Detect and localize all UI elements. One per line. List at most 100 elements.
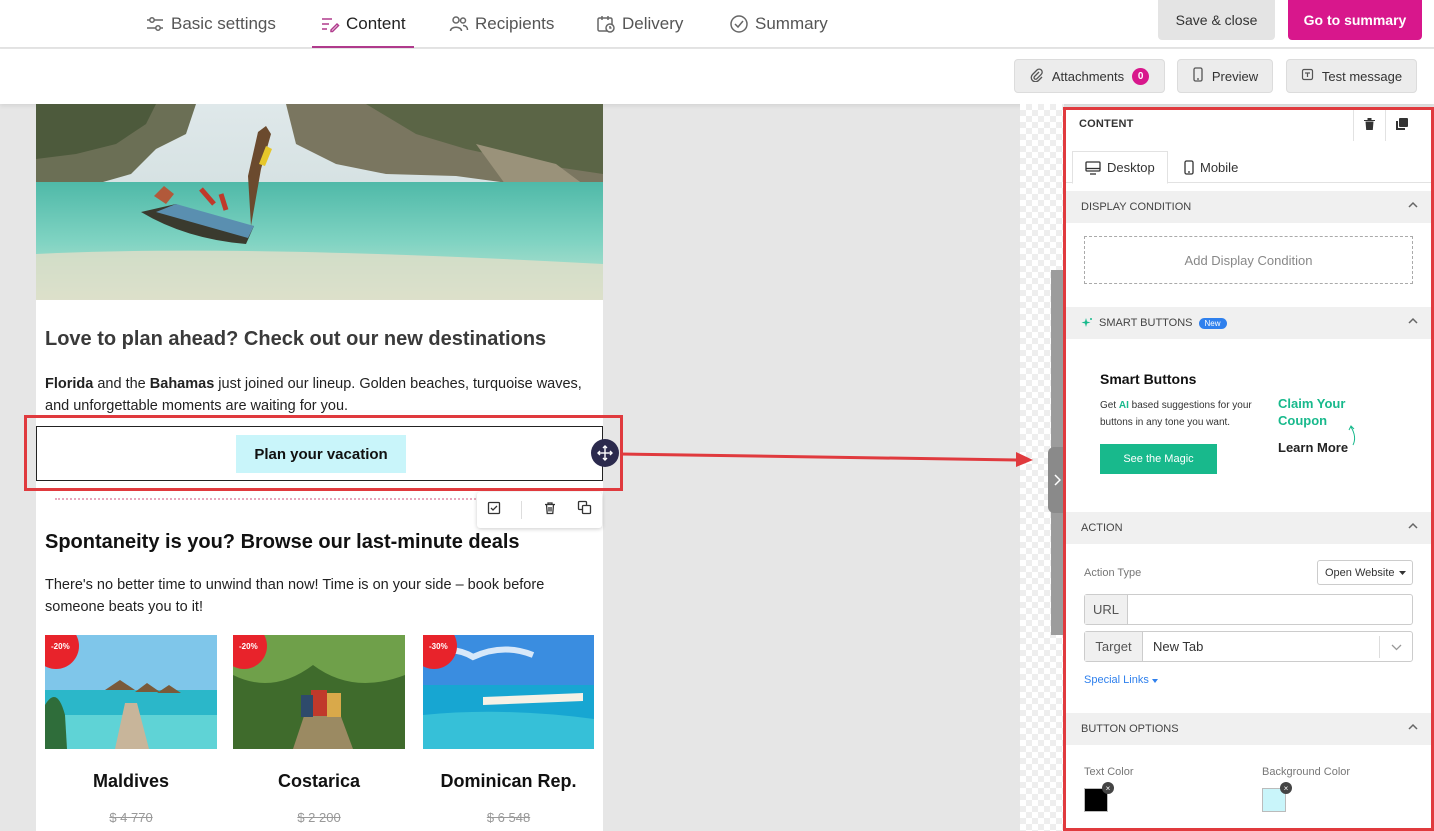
tab-label: Delivery [622, 14, 684, 33]
editor-toolbar: Attachments 0 Preview Test message [0, 49, 1434, 104]
tab-label: Content [346, 14, 406, 33]
tab-desktop[interactable]: Desktop [1072, 151, 1168, 184]
content-properties-panel: CONTENT Desktop Mobile DISPLAY CONDITION… [1066, 107, 1434, 831]
desc-text: Get [1100, 400, 1119, 411]
add-display-condition-button[interactable]: Add Display Condition [1084, 236, 1413, 284]
chevron-down-icon [1379, 636, 1412, 658]
attachments-label: Attachments [1051, 68, 1125, 84]
save-block-icon[interactable] [487, 501, 501, 520]
section-paragraph-plan-ahead[interactable]: Florida and the Bahamas just joined our … [45, 373, 595, 417]
desktop-icon [1085, 160, 1101, 175]
target-label: Target [1085, 632, 1143, 661]
smart-buttons-section-header[interactable]: SMART BUTTONS New [1066, 307, 1434, 339]
destination-name: Maldives [92, 771, 170, 791]
go-to-summary-button[interactable]: Go to summary [1288, 0, 1422, 40]
duplicate-icon[interactable] [577, 500, 592, 520]
action-section-header[interactable]: ACTION [1066, 512, 1434, 544]
bold-florida: Florida [45, 376, 94, 392]
costarica-image: -20% [233, 635, 405, 749]
clear-color-icon[interactable]: × [1102, 782, 1114, 794]
panel-title: CONTENT [1079, 118, 1134, 130]
tab-label: Basic settings [171, 14, 276, 33]
preview-label: Preview [1211, 68, 1259, 84]
special-links-label: Special Links [1084, 674, 1149, 686]
attachments-button[interactable]: Attachments 0 [1014, 59, 1165, 93]
claim-coupon-example: Claim Your Coupon [1278, 396, 1346, 428]
users-icon [449, 14, 469, 34]
chevron-up-icon [1408, 201, 1418, 208]
select-value: New Tab [1153, 639, 1204, 654]
preview-button[interactable]: Preview [1177, 59, 1273, 93]
select-value: Open Website [1325, 566, 1395, 579]
bold-bahamas: Bahamas [149, 376, 215, 392]
destination-name: Dominican Rep. [440, 771, 577, 791]
tab-label: Recipients [475, 14, 555, 33]
url-input[interactable] [1128, 595, 1412, 624]
save-close-button[interactable]: Save & close [1158, 0, 1275, 40]
move-arrows-icon [597, 445, 613, 461]
section-title: SMART BUTTONS [1099, 317, 1193, 329]
tab-basic-settings[interactable]: Basic settings [145, 0, 276, 48]
learn-more-example: Learn More [1278, 440, 1349, 455]
delete-block-button[interactable] [1353, 107, 1385, 141]
section-title: BUTTON OPTIONS [1081, 723, 1179, 735]
test-message-label: Test message [1321, 68, 1403, 84]
tab-recipients[interactable]: Recipients [449, 0, 554, 48]
chevron-right-icon [1054, 474, 1061, 486]
clear-color-icon[interactable]: × [1280, 782, 1292, 794]
section-heading-plan-ahead[interactable]: Love to plan ahead? Check out our new de… [45, 328, 546, 351]
delete-icon[interactable] [543, 501, 557, 520]
action-type-select[interactable]: Open Website [1317, 560, 1413, 585]
button-options-section-header[interactable]: BUTTON OPTIONS [1066, 713, 1434, 745]
old-price: $ 2 200 [297, 810, 341, 825]
tab-content[interactable]: Content [312, 0, 414, 48]
tab-delivery[interactable]: Delivery [596, 0, 683, 48]
ai-highlight: AI [1118, 400, 1129, 411]
deal-card-dominican[interactable]: -30% Dominican Rep. $ 6 548 [423, 635, 594, 825]
divider [521, 501, 523, 519]
calendar-clock-icon [596, 14, 616, 34]
target-select[interactable]: New Tab [1143, 632, 1412, 661]
section-heading-last-minute[interactable]: Spontaneity is you? Browse our last-minu… [45, 531, 520, 554]
duplicate-block-button[interactable] [1385, 107, 1417, 141]
tab-summary[interactable]: Summary [729, 0, 828, 48]
selected-button-block[interactable]: Plan your vacation [36, 426, 603, 481]
paperclip-icon [1030, 67, 1044, 85]
caret-down-icon [1398, 570, 1406, 575]
hero-image-boat-beach[interactable] [36, 104, 603, 300]
chevron-up-icon [1408, 522, 1418, 529]
old-price: $ 6 548 [486, 810, 531, 825]
chevron-up-icon [1408, 723, 1418, 730]
special-links-dropdown[interactable]: Special Links [1084, 674, 1158, 686]
deal-card-costarica[interactable]: -20% Costarica $ 2 200 [233, 635, 405, 825]
url-label: URL [1085, 595, 1128, 624]
destination-name: Costarica [277, 771, 361, 791]
check-circle-icon [729, 14, 749, 34]
maldives-image: -20% [45, 635, 217, 749]
panel-collapse-toggle[interactable] [1048, 447, 1066, 513]
section-paragraph-last-minute[interactable]: There's no better time to unwind than no… [45, 574, 595, 618]
tab-mobile[interactable]: Mobile [1184, 151, 1238, 184]
tab-label: Desktop [1107, 160, 1155, 175]
plan-vacation-button[interactable]: Plan your vacation [236, 435, 406, 473]
trash-icon [1364, 118, 1375, 130]
background-color-label: Background Color [1262, 766, 1351, 778]
text-color-swatch[interactable]: × [1084, 782, 1114, 812]
move-handle[interactable] [591, 439, 619, 467]
device-tabs: Desktop Mobile [1066, 147, 1434, 184]
email-canvas: Love to plan ahead? Check out our new de… [36, 104, 603, 831]
background-color-swatch[interactable]: × [1262, 782, 1292, 812]
tab-label: Mobile [1200, 160, 1239, 175]
block-actions-toolbar [477, 492, 602, 528]
action-type-label: Action Type [1084, 567, 1142, 579]
sparkle-icon [1081, 318, 1092, 327]
text-color-label: Text Color [1084, 766, 1134, 778]
test-message-button[interactable]: Test message [1286, 59, 1417, 93]
test-message-icon [1301, 68, 1314, 84]
see-the-magic-button[interactable]: See the Magic [1100, 444, 1217, 474]
deal-card-maldives[interactable]: -20% Maldives $ 4 770 [45, 635, 217, 825]
content-edit-icon [320, 14, 340, 34]
annotation-arrow [620, 452, 1033, 467]
mobile-icon [1192, 67, 1204, 85]
display-condition-section-header[interactable]: DISPLAY CONDITION [1066, 191, 1434, 223]
